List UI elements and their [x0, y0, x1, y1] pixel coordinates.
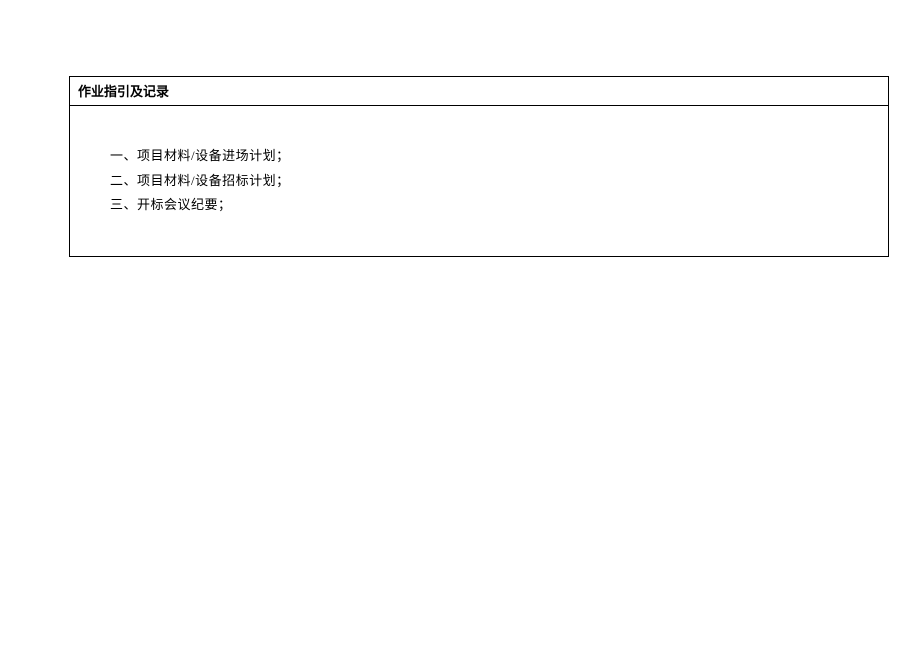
list-item: 一、项目材料/设备进场计划； [110, 144, 880, 169]
header-row: 作业指引及记录 [70, 77, 888, 106]
list-item: 三、开标会议纪要； [110, 193, 880, 218]
list-item: 二、项目材料/设备招标计划； [110, 169, 880, 194]
document-container: 作业指引及记录 一、项目材料/设备进场计划； 二、项目材料/设备招标计划； 三、… [69, 76, 889, 257]
content-area: 一、项目材料/设备进场计划； 二、项目材料/设备招标计划； 三、开标会议纪要； [70, 106, 888, 256]
document-title: 作业指引及记录 [78, 84, 169, 99]
